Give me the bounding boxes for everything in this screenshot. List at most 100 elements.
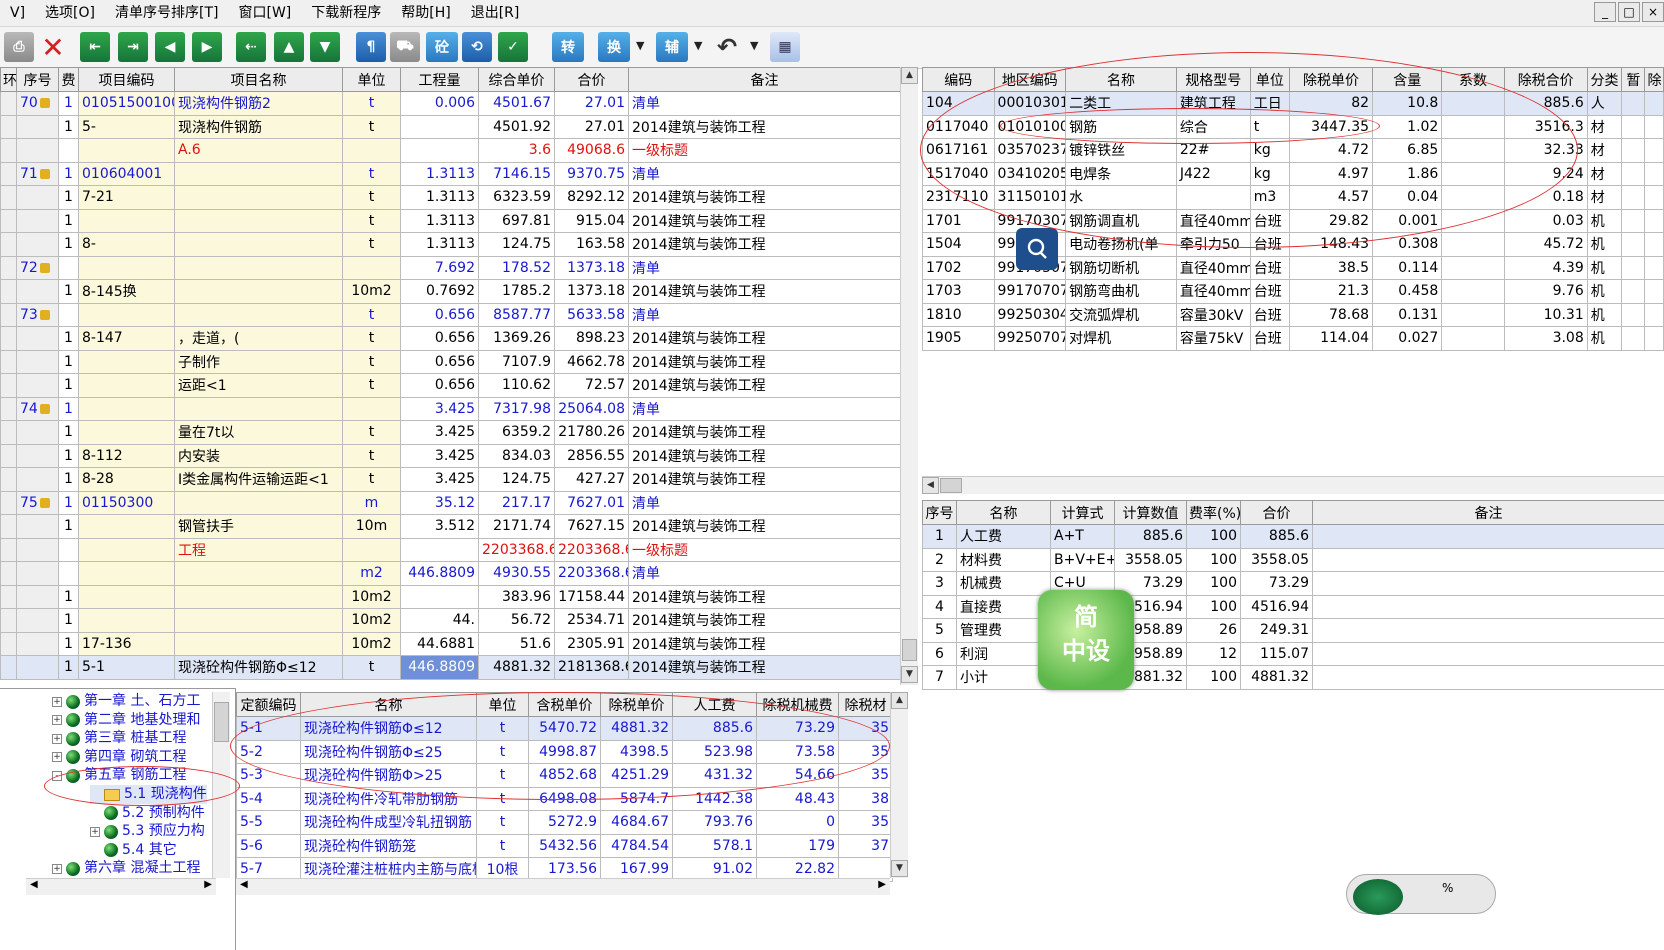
- quota-cell[interactable]: 现浇砼构件成型冷轧扭钢筋: [300, 810, 477, 835]
- quota-cell[interactable]: 0: [756, 810, 839, 835]
- bill-row[interactable]: 1 t 1.3113 697.81 915.04 2014建筑与装饰工程: [0, 208, 901, 233]
- bill-row[interactable]: 1 8-112 内安装 t 3.425 834.03 2856.55 2014建筑与装饰工程: [0, 443, 901, 468]
- fee-col-header[interactable]: 费率(%): [1186, 500, 1241, 525]
- resource-cell[interactable]: 直径40mm: [1175, 279, 1251, 304]
- resource-cell[interactable]: [1441, 326, 1505, 351]
- quota-cell[interactable]: 5-1: [236, 716, 301, 741]
- close-button[interactable]: ×: [1642, 2, 1664, 22]
- resource-cell[interactable]: [1441, 302, 1505, 327]
- resource-cell[interactable]: 钢筋: [1065, 114, 1177, 139]
- resource-cell[interactable]: 32.33: [1503, 138, 1588, 163]
- bill-col-header[interactable]: 合价: [554, 67, 629, 92]
- resource-cell[interactable]: [1441, 161, 1505, 186]
- tree-node[interactable]: - 第五章 钢筋工程: [52, 766, 186, 785]
- fee-cell[interactable]: 4516.94: [1240, 594, 1313, 619]
- fee-cell[interactable]: 5: [922, 618, 957, 643]
- bill-grid-scrollbar[interactable]: ▲ ▼: [900, 67, 918, 685]
- name-cell[interactable]: [174, 608, 343, 633]
- resource-cell[interactable]: 0.131: [1372, 302, 1443, 327]
- fee-cell[interactable]: [1312, 524, 1664, 549]
- fee-cell[interactable]: 26: [1186, 618, 1241, 643]
- resource-cell[interactable]: 0.114: [1372, 255, 1443, 280]
- bill-col-header[interactable]: 序号: [16, 67, 59, 92]
- resource-cell[interactable]: 01010100: [993, 114, 1067, 139]
- qty-cell[interactable]: 0.656: [400, 349, 479, 374]
- scroll-down-icon[interactable]: ▼: [901, 666, 918, 683]
- resource-cell[interactable]: 电动卷扬机(单: [1065, 232, 1177, 257]
- quota-scroll-right-icon[interactable]: ▶: [878, 879, 886, 890]
- qty-cell[interactable]: 44.: [400, 608, 479, 633]
- expand-icon[interactable]: +: [52, 863, 62, 874]
- fee-col-header[interactable]: 备注: [1312, 500, 1664, 525]
- concrete-swap-icon[interactable]: ⟲: [462, 32, 492, 62]
- fee-cell[interactable]: 12: [1186, 641, 1241, 666]
- calc-icon[interactable]: ¶: [356, 32, 386, 62]
- resource-cell[interactable]: 9.76: [1503, 279, 1588, 304]
- resource-cell[interactable]: 材: [1586, 185, 1623, 210]
- tree-node[interactable]: + 第一章 土、石方工: [52, 692, 200, 711]
- name-cell[interactable]: A.6: [174, 138, 343, 163]
- quota-cell[interactable]: 523.98: [672, 739, 757, 764]
- name-cell[interactable]: 工程: [174, 537, 343, 562]
- fee-cell[interactable]: 885.6: [1240, 524, 1313, 549]
- resource-cell[interactable]: 1.02: [1372, 114, 1443, 139]
- resource-cell[interactable]: 2317110: [922, 185, 995, 210]
- quota-cell[interactable]: 4684.67: [600, 810, 673, 835]
- bill-row[interactable]: 74 1 3.425 7317.98 25064.08 清单: [0, 396, 901, 421]
- quota-cell[interactable]: 现浇砼构件钢筋Φ>25: [300, 763, 477, 788]
- code-cell[interactable]: [78, 420, 175, 445]
- quota-cell[interactable]: 5-3: [236, 763, 301, 788]
- quota-scroll-left-icon[interactable]: ◀: [240, 879, 248, 890]
- bill-row[interactable]: 1 17-136 10m2 44.6881 51.6 2305.91 2014建筑与装饰工程: [0, 631, 901, 656]
- quota-row[interactable]: 5-2 现浇砼构件钢筋Φ≤25 t 4998.87 4398.5 523.98 73.58 3…: [236, 739, 893, 764]
- quota-cell[interactable]: 4852.68: [528, 763, 601, 788]
- qty-cell[interactable]: 0.7692: [400, 279, 479, 304]
- resource-row[interactable]: 1703 99170707 钢筋弯曲机 直径40mm 台班 21.3 0.458 9.76 机: [922, 279, 1664, 304]
- resource-cell[interactable]: 直径40mm: [1175, 208, 1251, 233]
- quota-scrollbar[interactable]: ▲ ▼: [890, 692, 908, 878]
- resource-cell[interactable]: 4.97: [1288, 161, 1374, 186]
- fee-cell[interactable]: 100: [1186, 524, 1241, 549]
- quota-cell[interactable]: t: [476, 810, 529, 835]
- code-cell[interactable]: [78, 208, 175, 233]
- unit-cell[interactable]: t: [342, 208, 401, 233]
- quota-cell[interactable]: 37: [838, 833, 893, 858]
- quota-row[interactable]: 5-4 现浇砼构件冷轧带肋钢筋 t 6498.08 5874.7 1442.38 48.43…: [236, 786, 893, 811]
- fee-row[interactable]: 3 机械费 C+U 73.29 100 73.29: [922, 571, 1664, 596]
- quota-col-header[interactable]: 除税机械费: [756, 692, 839, 717]
- unit-cell[interactable]: [342, 396, 401, 421]
- fee-cell[interactable]: 4881.32: [1240, 665, 1313, 690]
- quota-col-header[interactable]: 含税单价: [528, 692, 601, 717]
- bill-row[interactable]: 1 运距<1 t 0.656 110.62 72.57 2014建筑与装饰工程: [0, 373, 901, 398]
- resource-cell[interactable]: [1441, 208, 1505, 233]
- qty-cell[interactable]: 1.3113: [400, 161, 479, 186]
- resource-cell[interactable]: 人: [1586, 91, 1623, 116]
- scroll-left-icon[interactable]: ◀: [30, 879, 38, 890]
- code-cell[interactable]: [78, 373, 175, 398]
- fee-cell[interactable]: 管理费: [956, 618, 1051, 643]
- resource-cell[interactable]: 机: [1586, 279, 1623, 304]
- name-cell[interactable]: [174, 396, 343, 421]
- resource-cell[interactable]: 钢筋弯曲机: [1065, 279, 1177, 304]
- resource-cell[interactable]: 电焊条: [1065, 161, 1177, 186]
- resource-col-header[interactable]: 地区编码: [993, 67, 1067, 92]
- remark-cell[interactable]: 清单: [628, 91, 901, 116]
- code-cell[interactable]: [78, 396, 175, 421]
- remark-cell[interactable]: 2014建筑与装饰工程: [628, 232, 901, 257]
- resource-cell[interactable]: 建筑工程: [1175, 91, 1251, 116]
- quota-cell[interactable]: 4998.87: [528, 739, 601, 764]
- resource-cell[interactable]: 1517040: [922, 161, 995, 186]
- fee-cell[interactable]: [1312, 618, 1664, 643]
- bill-col-header[interactable]: 综合单价: [478, 67, 555, 92]
- name-cell[interactable]: 现浇砼构件钢筋Φ≤12: [174, 655, 343, 680]
- quota-cell[interactable]: t: [476, 833, 529, 858]
- resource-cell[interactable]: 材: [1586, 161, 1623, 186]
- quota-cell[interactable]: 5-2: [236, 739, 301, 764]
- quota-cell[interactable]: 35: [838, 763, 893, 788]
- scroll-up-icon[interactable]: ▲: [901, 67, 918, 84]
- remark-cell[interactable]: 2014建筑与装饰工程: [628, 114, 901, 139]
- menu-item-4[interactable]: 下载新程序: [301, 0, 391, 27]
- resource-cell[interactable]: 114.04: [1288, 326, 1374, 351]
- bill-row[interactable]: 1 子制作 t 0.656 7107.9 4662.78 2014建筑与装饰工程: [0, 349, 901, 374]
- resource-cell[interactable]: 台班: [1249, 302, 1290, 327]
